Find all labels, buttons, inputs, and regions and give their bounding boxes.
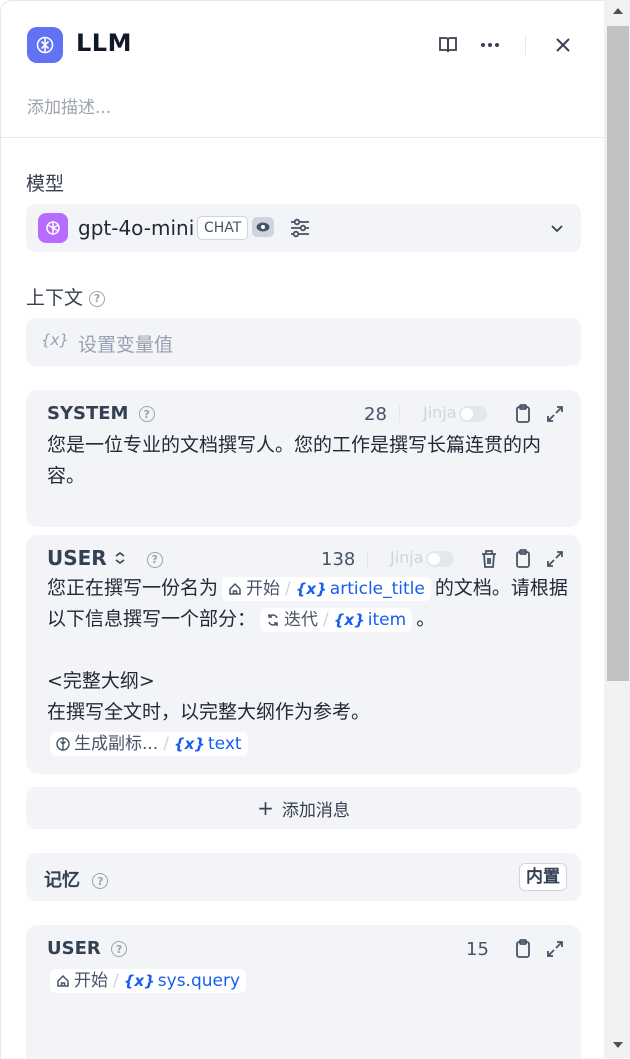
close-icon[interactable] — [551, 33, 575, 57]
clipboard-icon[interactable] — [512, 938, 534, 960]
prompt-text-segment: 您正在撰写一份名为 — [47, 577, 219, 599]
jinja-toggle[interactable] — [459, 406, 487, 422]
vertical-scrollbar[interactable] — [604, 0, 630, 1058]
chip-node-name: 迭代 — [284, 609, 319, 630]
variable-icon: {x} — [333, 610, 365, 629]
sort-icon — [115, 552, 125, 564]
chip-separator: / — [323, 609, 329, 630]
loop-icon — [266, 613, 280, 627]
context-label: 上下文 ? — [26, 283, 106, 310]
llm-node-icon — [56, 736, 70, 751]
clipboard-icon[interactable] — [512, 403, 534, 425]
user-role-selector[interactable]: USER ? — [47, 546, 163, 570]
chip-variable-name: item — [367, 609, 407, 630]
vision-eye-icon — [252, 217, 274, 237]
token-count: 15 — [466, 939, 489, 960]
jinja-label: Jinja — [390, 548, 424, 567]
chip-variable: {x} text — [174, 732, 242, 756]
chip-variable: {x} item — [334, 608, 406, 632]
memory-user-role-text: USER — [47, 938, 101, 959]
user-prompt-text[interactable]: 您正在撰写一份名为 开始 / {x} article_title 的文档。请根据以下信息撰… — [47, 573, 572, 759]
llm-node-panel: LLM 添加描述... 模型 gpt-4o-mini CHAT 上下文 ? {x… — [0, 0, 605, 1059]
chip-separator: / — [163, 733, 169, 754]
llm-app-icon — [27, 27, 63, 63]
memory-user-card: USER ? 15 开始 / {x} sys.query — [26, 925, 581, 1059]
expand-icon[interactable] — [544, 403, 566, 425]
chip-variable-name: sys.query — [157, 970, 241, 991]
scroll-up-arrow-icon[interactable] — [613, 8, 623, 14]
variable-chip[interactable]: 生成副标... / {x} text — [50, 731, 248, 756]
chip-node-name: 开始 — [74, 970, 108, 991]
variable-icon: {x} — [173, 734, 205, 753]
jinja-toggle[interactable] — [426, 551, 454, 567]
prompt-text-segment: 。 — [416, 608, 436, 630]
memory-user-role-label: USER ? — [47, 938, 128, 959]
user-prompt-card: USER ? 138 Jinja 您正在撰写一份名为 开始 / {x} article_… — [26, 535, 581, 774]
user-role-text: USER — [47, 546, 107, 570]
builtin-badge[interactable]: 内置 — [519, 863, 567, 891]
chip-node-name: 开始 — [246, 578, 281, 599]
system-role-label: SYSTEM ? — [47, 403, 155, 424]
memory-label: 记忆 ? — [44, 866, 109, 892]
system-role-text: SYSTEM — [47, 403, 129, 424]
prompt-text-segment: 在撰写全文时，以完整大纲作为参考。 — [47, 701, 371, 723]
header-divider — [525, 35, 526, 55]
divider — [367, 550, 368, 568]
description-input[interactable]: 添加描述... — [27, 93, 111, 118]
model-settings-icon[interactable] — [288, 216, 312, 240]
variable-chip[interactable]: 迭代 / {x} item — [260, 607, 413, 632]
memory-user-prompt-text[interactable]: 开始 / {x} sys.query — [47, 965, 250, 996]
home-icon — [56, 974, 70, 988]
book-icon[interactable] — [436, 33, 460, 57]
variable-chip[interactable]: 开始 / {x} sys.query — [50, 968, 247, 993]
more-icon[interactable] — [478, 33, 502, 57]
chip-node-name: 生成副标... — [74, 733, 159, 754]
panel-header: LLM 添加描述... — [1, 1, 605, 138]
scroll-down-arrow-icon[interactable] — [613, 1042, 623, 1048]
plus-icon: + — [257, 796, 274, 820]
jinja-label: Jinja — [423, 403, 457, 422]
context-label-text: 上下文 — [26, 287, 84, 309]
chip-separator: / — [285, 578, 291, 599]
help-icon[interactable]: ? — [89, 290, 106, 307]
model-selector[interactable]: gpt-4o-mini CHAT — [26, 204, 581, 252]
add-message-button[interactable]: + 添加消息 — [26, 787, 581, 829]
prompt-text-segment: <完整大纲> — [47, 670, 155, 692]
chip-variable-name: text — [208, 733, 242, 754]
chevron-down-icon[interactable] — [548, 219, 566, 237]
help-icon[interactable]: ? — [111, 941, 128, 957]
trash-icon[interactable] — [478, 548, 500, 570]
memory-label-text: 记忆 — [44, 870, 80, 891]
chat-mode-badge: CHAT — [197, 216, 249, 240]
chip-separator: / — [113, 970, 119, 991]
chip-variable: {x} article_title — [296, 577, 425, 601]
help-icon[interactable]: ? — [146, 551, 163, 568]
expand-icon[interactable] — [544, 938, 566, 960]
chip-variable-name: article_title — [329, 578, 425, 599]
home-icon — [228, 582, 242, 596]
clipboard-icon[interactable] — [512, 548, 534, 570]
model-label: 模型 — [26, 173, 65, 195]
help-icon[interactable]: ? — [92, 873, 109, 889]
divider — [399, 405, 400, 423]
chip-variable: {x} sys.query — [124, 969, 240, 993]
token-count: 28 — [364, 404, 387, 425]
variable-icon: {x} — [295, 579, 327, 598]
system-prompt-card: SYSTEM ? 28 Jinja 您是一位专业的文档撰写人。您的工作是撰写长篇… — [26, 390, 581, 527]
token-count: 138 — [321, 549, 356, 570]
scrollbar-thumb[interactable] — [607, 26, 629, 681]
variable-icon: {x} — [41, 331, 69, 349]
context-variable-input[interactable]: {x} 设置变量值 — [26, 318, 581, 366]
context-placeholder: 设置变量值 — [78, 334, 174, 356]
model-name: gpt-4o-mini — [78, 216, 195, 240]
variable-chip[interactable]: 开始 / {x} article_title — [222, 576, 431, 601]
memory-section[interactable]: 记忆 ? 内置 — [26, 853, 581, 901]
help-icon[interactable]: ? — [138, 406, 155, 422]
system-prompt-text[interactable]: 您是一位专业的文档撰写人。您的工作是撰写长篇连贯的内容。 — [47, 430, 567, 492]
expand-icon[interactable] — [544, 548, 566, 570]
openai-logo-icon — [38, 213, 68, 243]
panel-title: LLM — [76, 29, 132, 57]
add-message-label: 添加消息 — [281, 800, 350, 821]
variable-icon: {x} — [123, 971, 155, 990]
